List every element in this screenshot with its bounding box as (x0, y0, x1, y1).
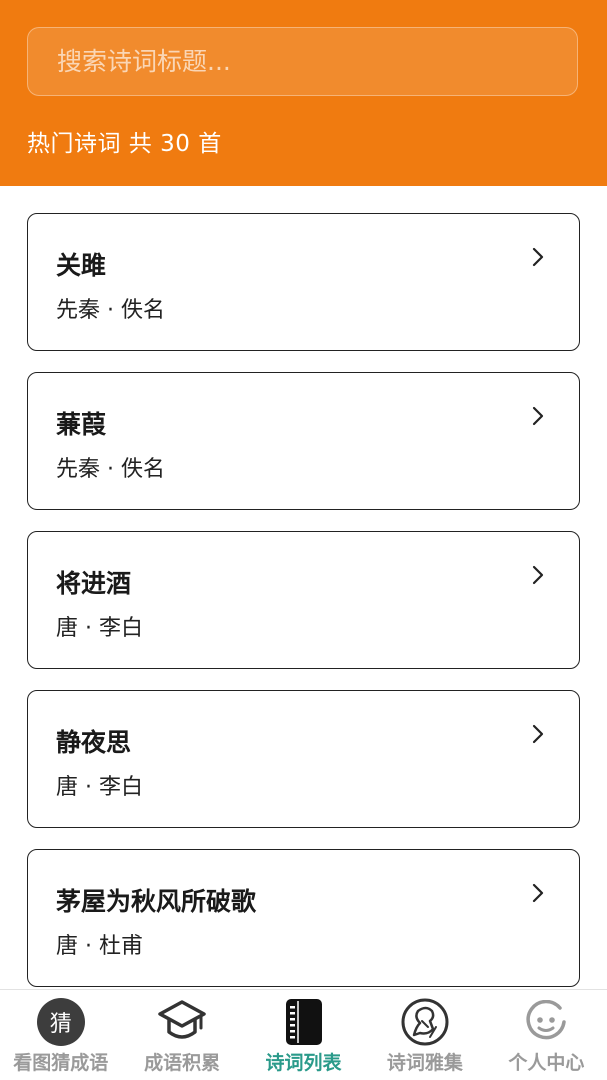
poem-card[interactable]: 将进酒 唐 · 李白 (27, 531, 580, 669)
chevron-right-icon (532, 724, 544, 744)
guess-icon-badge: 猜 (36, 998, 85, 1046)
tab-guess-idiom[interactable]: 猜 看图猜成语 (0, 990, 121, 1080)
tab-label: 诗词列表 (265, 1052, 342, 1074)
search-box[interactable] (27, 27, 578, 96)
tab-idiom-collection[interactable]: 成语积累 (121, 990, 242, 1080)
chevron-right-icon (532, 406, 544, 426)
tab-poem-list[interactable]: 诗词列表 (243, 990, 364, 1080)
poem-title: 静夜思 (56, 728, 132, 757)
notebook-icon (278, 996, 330, 1048)
guess-icon: 猜 (35, 996, 87, 1048)
tab-poem-gallery[interactable]: 诗词雅集 (364, 990, 485, 1080)
poem-card[interactable]: 静夜思 唐 · 李白 (27, 690, 580, 828)
tab-profile[interactable]: 个人中心 (486, 990, 607, 1080)
poem-count-label: 热门诗词 共 30 首 (27, 131, 222, 157)
tab-label: 个人中心 (508, 1052, 585, 1074)
poem-card[interactable]: 蒹葭 先秦 · 佚名 (27, 372, 580, 510)
chevron-right-icon (532, 883, 544, 903)
poem-meta: 唐 · 李白 (56, 775, 143, 800)
poem-meta: 唐 · 李白 (56, 616, 143, 641)
poem-title: 茅屋为秋风所破歌 (56, 887, 257, 916)
poem-meta: 先秦 · 佚名 (56, 298, 165, 323)
chevron-right-icon (532, 247, 544, 267)
chevron-right-icon (532, 565, 544, 585)
tab-label: 诗词雅集 (386, 1052, 463, 1074)
tab-label: 看图猜成语 (13, 1052, 109, 1074)
search-input[interactable] (55, 46, 577, 77)
poem-list: 关雎 先秦 · 佚名 蒹葭 先秦 · 佚名 将进酒 唐 · 李白 静夜思 唐 ·… (27, 213, 580, 1008)
poem-title: 蒹葭 (56, 410, 107, 439)
poem-card[interactable]: 关雎 先秦 · 佚名 (27, 213, 580, 351)
tab-label: 成语积累 (144, 1052, 221, 1074)
poet-portrait-icon (399, 996, 451, 1048)
poem-card[interactable]: 茅屋为秋风所破歌 唐 · 杜甫 (27, 849, 580, 987)
tab-bar: 猜 看图猜成语 成语积累 诗词列表 诗词雅集 个人中心 (0, 990, 607, 1080)
poem-meta: 先秦 · 佚名 (56, 457, 165, 482)
smiley-icon (520, 996, 572, 1048)
header: 热门诗词 共 30 首 (0, 0, 607, 186)
poem-meta: 唐 · 杜甫 (56, 934, 143, 959)
graduation-cap-icon (156, 996, 208, 1048)
poem-title: 关雎 (56, 251, 107, 280)
poem-title: 将进酒 (56, 569, 132, 598)
